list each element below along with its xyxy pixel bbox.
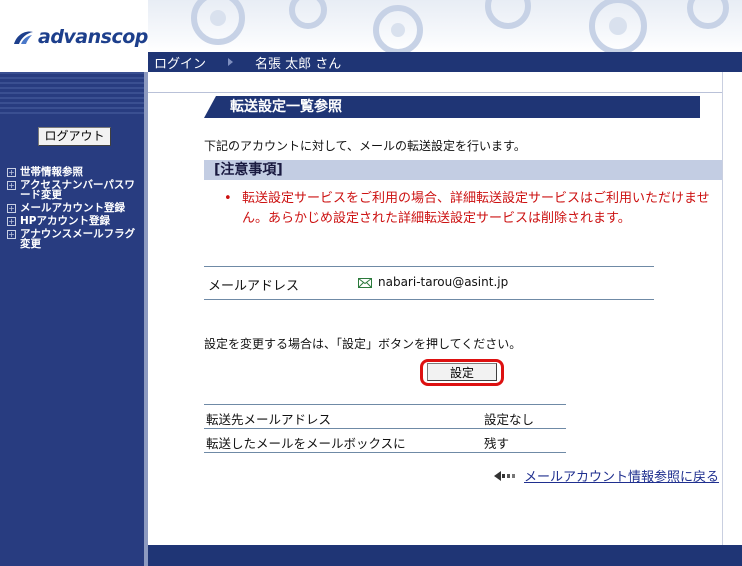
sidebar-item-announce-flag[interactable]: + アナウンスメールフラグ変更 [7,229,143,249]
plus-box-icon: + [7,230,16,239]
sidebar: ログアウト + 世帯情報参照 + アクセスナンバーパスワード変更 + メールアカウント… [0,72,148,566]
plus-box-icon: + [7,217,16,226]
page-title: 転送設定一覧参照 [204,96,700,118]
separator-arrow-icon [228,58,233,66]
settings-button[interactable]: 設定 [427,363,497,381]
main-content: 転送設定一覧参照 下記のアカウントに対して、メールの転送設定を行います。 [注意… [148,72,722,566]
intro-text: 下記のアカウントに対して、メールの転送設定を行います。 [204,139,526,153]
sidebar-item-label: メールアカウント登録 [20,202,125,214]
header-banner [148,0,742,52]
sidebar-stripes [0,72,148,116]
sidebar-item-label: HPアカウント登録 [20,215,110,227]
sidebar-item-label: アナウンスメールフラグ変更 [20,228,136,250]
keep-mail-value: 残す [484,436,510,451]
header-divider [148,92,722,93]
sidebar-item-hp-account[interactable]: + HPアカウント登録 [7,216,143,226]
mail-address-table: メールアドレス nabari-tarou@asint.jp [204,266,654,300]
sidebar-item-household-info[interactable]: + 世帯情報参照 [7,167,143,177]
instruction-text: 設定を変更する場合は、「設定」ボタンを押してください。 [204,337,522,351]
top-nav-edge [722,52,742,72]
sidebar-item-access-password[interactable]: + アクセスナンバーパスワード変更 [7,180,143,200]
envelope-icon [358,278,372,288]
forward-address-value: 設定なし [484,412,535,427]
user-name: 名張 太郎 さん [255,57,342,72]
forward-address-label: 転送先メールアドレス [206,412,332,427]
table-row: 転送先メールアドレス 設定なし [204,405,566,429]
bullet-icon: • [224,191,232,206]
logo: advanscope [0,0,161,72]
table-row: メールアドレス nabari-tarou@asint.jp [204,267,654,299]
back-arrow-icon [494,471,515,481]
keep-mail-label: 転送したメールをメールボックスに [206,436,406,451]
sidebar-item-label: 世帯情報参照 [20,166,83,178]
plus-box-icon: + [7,181,16,190]
right-margin [722,72,742,566]
notice-text: 転送設定サービスをご利用の場合、詳細転送設定サービスはご利用いただけません。あら… [242,191,710,226]
plus-box-icon: + [7,204,16,213]
login-link[interactable]: ログイン [154,53,206,72]
logo-mark-icon [14,31,33,44]
title-notch [204,96,216,118]
plus-box-icon: + [7,168,16,177]
back-to-mail-account-link[interactable]: メールアカウント情報参照に戻る [524,466,719,485]
table-row: 転送したメールをメールボックスに 残す [204,429,566,453]
sidebar-item-label: アクセスナンバーパスワード変更 [20,179,135,201]
mail-address-label: メールアドレス [208,279,300,294]
top-nav-bar: ログイン 名張 太郎 さん [148,52,722,72]
logout-button[interactable]: ログアウト [38,127,111,146]
sidebar-item-mail-account[interactable]: + メールアカウント登録 [7,203,143,213]
forward-settings-table: 転送先メールアドレス 設定なし 転送したメールをメールボックスに 残す [204,404,566,453]
footer-bar [148,545,742,566]
sidebar-menu: + 世帯情報参照 + アクセスナンバーパスワード変更 + メールアカウント登録 + HP… [7,167,143,252]
notice-body: • 転送設定サービスをご利用の場合、詳細転送設定サービスはご利用いただけません。… [224,189,714,229]
notice-heading: [注意事項] [204,160,722,180]
logo-text: advanscope [38,26,161,48]
mail-address-value: nabari-tarou@asint.jp [378,275,509,289]
gears-decoration-icon [191,0,729,52]
